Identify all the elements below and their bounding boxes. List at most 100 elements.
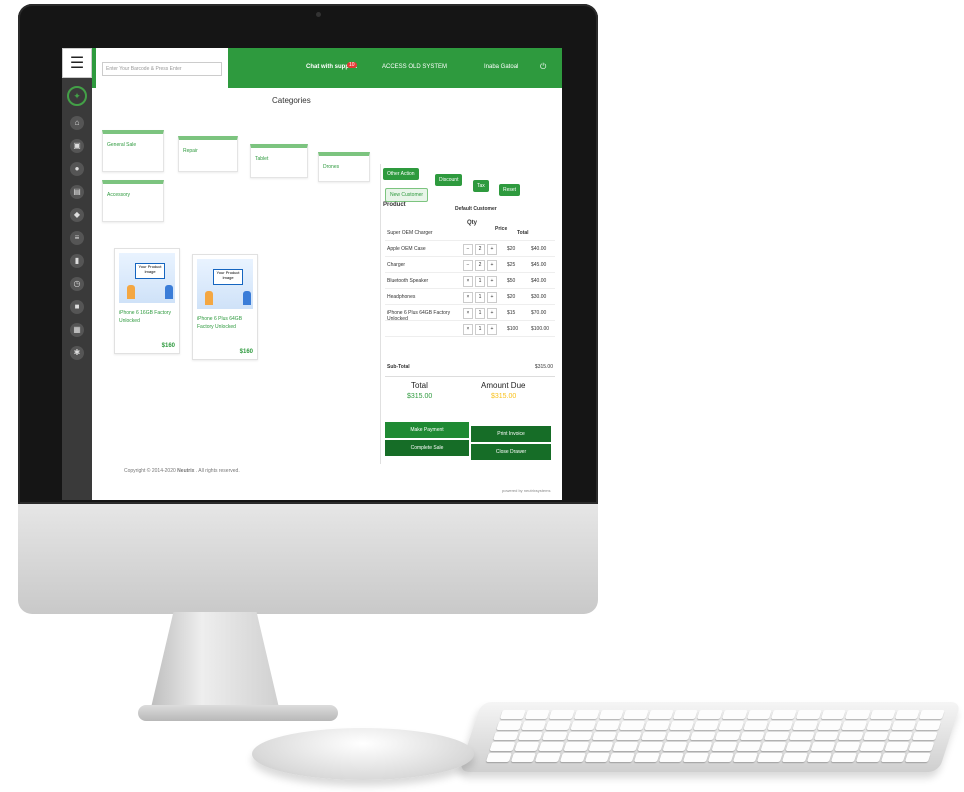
monitor-bezel: ☰ ✦ ⌂ ▣ ● ▤ ◆ ≡ ▮ ◷ ■ ▦ ✱ Enter Barcode … bbox=[18, 4, 598, 504]
person-figure bbox=[243, 291, 251, 305]
sidebar: ☰ ✦ ⌂ ▣ ● ▤ ◆ ≡ ▮ ◷ ■ ▦ ✱ bbox=[62, 48, 92, 500]
total-label: Total bbox=[411, 381, 428, 390]
cart-row: Charger − 2 + $25 $45.00 bbox=[385, 258, 555, 273]
item-name: iPhone 6 Plus 64GB Factory Unlocked bbox=[387, 310, 451, 322]
hamburger-icon[interactable]: ☰ bbox=[62, 48, 92, 78]
product-card[interactable]: Your Product Image iPhone 6 Plus 64GB Fa… bbox=[192, 254, 258, 360]
list-icon[interactable]: ≡ bbox=[70, 231, 84, 245]
clock-icon[interactable]: ◷ bbox=[70, 277, 84, 291]
reset-button[interactable]: Reset bbox=[499, 184, 521, 196]
tax-button[interactable]: Tax bbox=[473, 180, 489, 192]
product-image: Your Product Image bbox=[119, 253, 175, 303]
person-figure bbox=[127, 285, 135, 299]
product-image: Your Product Image bbox=[197, 259, 253, 309]
barcode-panel: Enter Barcode Enter Your Barcode & Press… bbox=[96, 48, 228, 118]
item-qty[interactable]: 1 bbox=[475, 276, 485, 287]
barcode-title: Enter Barcode bbox=[141, 52, 183, 58]
item-price: $25 bbox=[507, 262, 516, 268]
subtotal-value: $315.00 bbox=[534, 364, 553, 370]
product-name: iPhone 6 Plus 64GB Factory Unlocked bbox=[197, 316, 243, 330]
increment-qty-button[interactable]: + bbox=[487, 260, 497, 271]
cart-row: Bluetooth Speaker × 1 + $50 $40.00 bbox=[385, 274, 555, 289]
increment-qty-button[interactable]: + bbox=[487, 244, 497, 255]
camera bbox=[316, 12, 321, 17]
cart-row: Headphones × 1 + $20 $30.00 bbox=[385, 290, 555, 305]
item-total: $100.00 bbox=[531, 326, 550, 332]
notification-badge[interactable]: 10 bbox=[347, 62, 357, 68]
item-price: $50 bbox=[507, 278, 516, 284]
cart-row: iPhone 6 Plus 64GB Factory Unlocked × 1 … bbox=[385, 306, 555, 322]
chart-icon[interactable]: ▮ bbox=[70, 254, 84, 268]
user-icon[interactable]: ● bbox=[70, 162, 84, 176]
user-name[interactable]: Inaba Gatoal bbox=[484, 64, 518, 70]
power-icon[interactable]: ⏻ bbox=[540, 62, 546, 72]
category-tablet[interactable]: Tablet bbox=[250, 144, 308, 178]
increment-qty-button[interactable]: + bbox=[487, 292, 497, 303]
stand-foot bbox=[138, 705, 338, 721]
cart-panel: Other Action Discount Tax Reset New Cust… bbox=[380, 164, 561, 464]
item-name: Apple OEM Case bbox=[387, 246, 426, 252]
complete-sale-button[interactable]: Complete Sale bbox=[385, 440, 469, 456]
item-total: $30.00 bbox=[531, 294, 547, 300]
imac-monitor: ☰ ✦ ⌂ ▣ ● ▤ ◆ ≡ ▮ ◷ ■ ▦ ✱ Enter Barcode … bbox=[18, 4, 598, 614]
amount-due-label: Amount Due bbox=[481, 381, 526, 390]
item-qty[interactable]: 1 bbox=[475, 292, 485, 303]
item-price: $20 bbox=[507, 294, 516, 300]
camera-icon[interactable]: ■ bbox=[70, 300, 84, 314]
make-payment-button[interactable]: Make Payment bbox=[385, 422, 469, 438]
home-icon[interactable]: ⌂ bbox=[70, 116, 84, 130]
box-icon[interactable]: ▤ bbox=[70, 185, 84, 199]
increment-qty-button[interactable]: + bbox=[487, 324, 497, 335]
remove-item-button[interactable]: × bbox=[463, 292, 473, 303]
keyboard bbox=[458, 702, 962, 772]
monitor-stand bbox=[150, 612, 280, 712]
item-qty[interactable]: 1 bbox=[475, 308, 485, 319]
remove-item-button[interactable]: × bbox=[463, 324, 473, 335]
barcode-input[interactable]: Enter Your Barcode & Press Enter bbox=[102, 62, 222, 76]
category-drones[interactable]: Drones bbox=[318, 152, 370, 182]
category-general-sale[interactable]: General Sale bbox=[102, 130, 164, 172]
person-figure bbox=[165, 285, 173, 299]
product-price: $160 bbox=[239, 349, 253, 355]
increment-qty-button[interactable]: + bbox=[487, 276, 497, 287]
product-image-text: Your Product Image bbox=[213, 269, 243, 285]
close-drawer-button[interactable]: Close Drawer bbox=[471, 444, 551, 460]
subtotal-label: Sub-Total bbox=[387, 364, 410, 370]
item-qty[interactable]: 1 bbox=[475, 324, 485, 335]
increment-qty-button[interactable]: + bbox=[487, 308, 497, 319]
item-qty[interactable]: 2 bbox=[475, 244, 485, 255]
print-invoice-button[interactable]: Print Invoice bbox=[471, 426, 551, 442]
item-total: $70.00 bbox=[531, 310, 547, 316]
product-image-text: Your Product Image bbox=[135, 263, 165, 279]
app-screen: ☰ ✦ ⌂ ▣ ● ▤ ◆ ≡ ▮ ◷ ■ ▦ ✱ Enter Barcode … bbox=[62, 48, 562, 500]
category-accessory[interactable]: Accessory bbox=[102, 180, 164, 222]
category-repair[interactable]: Repair bbox=[178, 136, 238, 172]
remove-item-button[interactable]: × bbox=[463, 276, 473, 287]
access-old-system-link[interactable]: ACCESS OLD SYSTEM bbox=[382, 64, 447, 70]
tag-icon[interactable]: ◆ bbox=[70, 208, 84, 222]
calculator-icon[interactable]: ▦ bbox=[70, 323, 84, 337]
remove-item-button[interactable]: × bbox=[463, 308, 473, 319]
item-qty[interactable]: 2 bbox=[475, 260, 485, 271]
copyright-suffix: . All rights reserved. bbox=[195, 468, 240, 474]
brand-link[interactable]: Neutrix bbox=[177, 468, 194, 474]
person-figure bbox=[205, 291, 213, 305]
customer-select[interactable]: Default Customer bbox=[455, 206, 497, 212]
product-card[interactable]: Your Product Image iPhone 6 16GB Factory… bbox=[114, 248, 180, 354]
footer: Copyright © 2014-2020 Neutrix . All righ… bbox=[124, 468, 240, 474]
remove-item-button[interactable]: − bbox=[463, 260, 473, 271]
item-name: Bluetooth Speaker bbox=[387, 278, 429, 284]
item-name: Charger bbox=[387, 262, 406, 268]
totals-box: Total $315.00 Amount Due $315.00 bbox=[385, 376, 555, 421]
amount-due-value: $315.00 bbox=[491, 393, 517, 400]
cart-icon[interactable]: ▣ bbox=[70, 139, 84, 153]
new-customer-button[interactable]: New Customer bbox=[385, 188, 429, 202]
col-product: Product bbox=[383, 202, 406, 208]
item-total: $40.00 bbox=[531, 278, 547, 284]
settings-icon[interactable]: ✱ bbox=[70, 346, 84, 360]
powered-by: powered by neutrixsystems bbox=[502, 488, 551, 493]
other-action-button[interactable]: Other Action bbox=[383, 168, 419, 180]
remove-item-button[interactable]: − bbox=[463, 244, 473, 255]
discount-button[interactable]: Discount bbox=[435, 174, 463, 186]
brand-logo-icon: ✦ bbox=[67, 86, 87, 106]
